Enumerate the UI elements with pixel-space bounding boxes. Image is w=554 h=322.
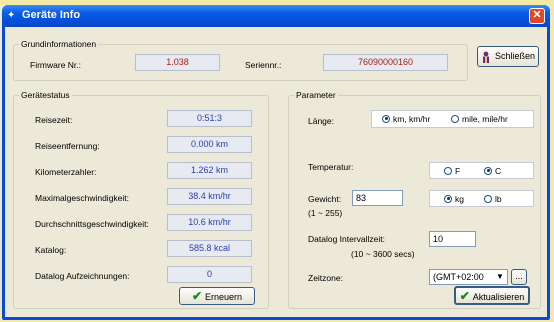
chevron-down-icon[interactable]: ▼: [494, 271, 506, 283]
length-option-mile[interactable]: mile, mile/hr: [451, 114, 508, 124]
status-row-label: Datalog Aufzeichnungen:: [35, 271, 130, 281]
status-row-label: Katalog:: [35, 245, 67, 255]
app-icon: ✦: [7, 10, 16, 21]
timezone-value: (GMT+02:00: [433, 272, 484, 282]
temperature-label: Temperatur:: [308, 162, 354, 172]
firmware-value: 1.038: [135, 54, 220, 71]
radio-icon: [484, 194, 492, 203]
status-row-value: 0:51:3: [167, 110, 252, 127]
interval-input[interactable]: 10: [429, 231, 476, 247]
serial-label: Seriennr.:: [245, 60, 282, 70]
timezone-more-button[interactable]: ...: [511, 269, 527, 285]
length-option-km[interactable]: km, km/hr: [382, 114, 430, 124]
close-button[interactable]: Schließen: [477, 46, 539, 67]
radio-selected-icon: [484, 166, 492, 175]
title-bar[interactable]: ✦ Geräte Info ✕: [2, 5, 550, 27]
update-button-label: Aktualisieren: [472, 292, 525, 302]
timezone-label: Zeitzone:: [308, 273, 343, 283]
status-row-label: Reisezeit:: [35, 115, 73, 125]
update-button[interactable]: ✔ Aktualisieren: [454, 286, 530, 305]
weight-unit-lb[interactable]: lb: [484, 194, 502, 204]
status-row-value: 10.6 km/hr: [167, 214, 252, 231]
status-row-value: 0: [167, 266, 252, 283]
status-row-label: Maximalgeschwindigkeit:: [35, 193, 130, 203]
temperature-radio-group: F C: [429, 162, 534, 179]
temp-option-f-label: F: [455, 166, 461, 176]
weight-unit-lb-label: lb: [495, 194, 502, 204]
temp-option-f[interactable]: F: [444, 166, 460, 176]
status-row-value: 585.8 kcal: [167, 240, 252, 257]
device-info-dialog: ✦ Geräte Info ✕ Grundinformationen Firmw…: [2, 5, 550, 320]
weight-unit-kg[interactable]: kg: [444, 194, 464, 204]
serial-value: 76090000160: [323, 54, 448, 71]
basic-info-legend: Grundinformationen: [21, 39, 97, 49]
weight-unit-kg-label: kg: [455, 194, 464, 204]
firmware-label: Firmware Nr.:: [30, 60, 81, 70]
dialog-body: Grundinformationen Firmware Nr.: 1.038 S…: [5, 27, 547, 317]
status-row-value: 38.4 km/hr: [167, 188, 252, 205]
length-option-km-label: km, km/hr: [393, 114, 431, 124]
close-icon[interactable]: ✕: [529, 8, 545, 24]
weight-input[interactable]: 83: [352, 190, 403, 206]
length-option-mile-label: mile, mile/hr: [462, 114, 508, 124]
status-row-label: Reiseentfernung:: [35, 141, 100, 151]
status-row-value: 0.000 km: [167, 136, 252, 153]
window-title: Geräte Info: [22, 9, 81, 21]
timezone-select[interactable]: (GMT+02:00 ▼: [429, 269, 508, 285]
temp-option-c[interactable]: C: [484, 166, 501, 176]
renew-button-label: Erneuern: [205, 292, 243, 302]
length-label: Länge:: [308, 116, 334, 126]
status-row-label: Durchschnittsgeschwindigkeit:: [35, 219, 149, 229]
person-icon: [481, 51, 491, 63]
weight-unit-radio-group: kg lb: [429, 190, 534, 207]
weight-range: (1 ~ 255): [308, 208, 343, 218]
status-row-value: 1.262 km: [167, 162, 252, 179]
interval-range: (10 ~ 3600 secs): [351, 249, 415, 259]
radio-selected-icon: [444, 194, 452, 203]
status-row-label: Kilometerzahler:: [35, 167, 97, 177]
temp-option-c-label: C: [495, 166, 502, 176]
radio-icon: [451, 114, 459, 123]
interval-label: Datalog Intervallzeit:: [308, 234, 386, 244]
length-radio-group: km, km/hr mile, mile/hr: [371, 110, 534, 128]
parameter-legend: Parameter: [296, 90, 336, 100]
weight-label: Gewicht:: [308, 194, 342, 204]
status-legend: Gerätestatus: [21, 90, 70, 100]
renew-button[interactable]: ✔ Erneuern: [179, 287, 255, 305]
checkmark-icon: ✔: [459, 289, 470, 303]
radio-icon: [444, 166, 452, 175]
checkmark-icon: ✔: [191, 289, 203, 303]
radio-selected-icon: [382, 114, 390, 123]
close-button-label: Schließen: [494, 51, 536, 61]
